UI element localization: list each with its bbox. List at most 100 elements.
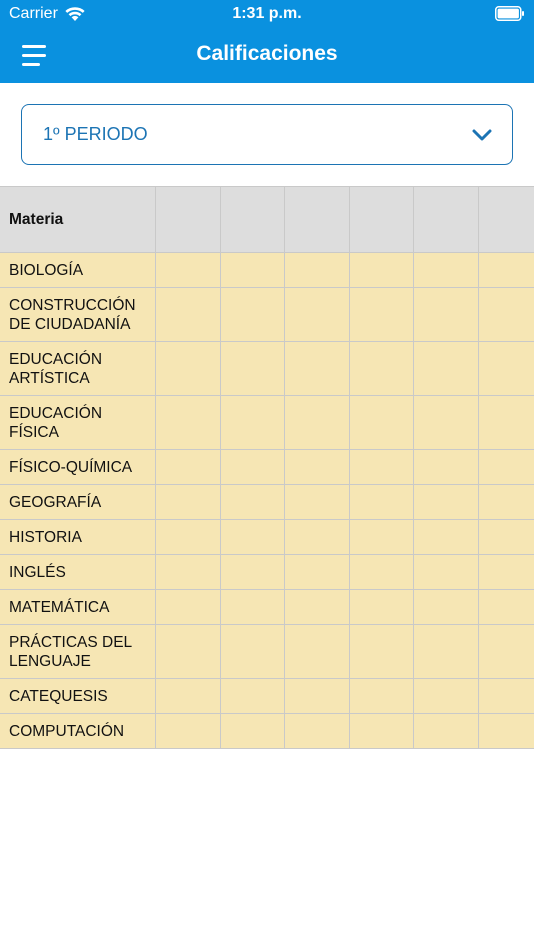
grade-cell: [221, 450, 285, 484]
navigation-bar: Calificaciones: [0, 28, 534, 83]
grade-cell: [414, 555, 479, 589]
grade-cell: [479, 555, 534, 589]
column-header-subject: Materia: [0, 187, 156, 252]
grade-cell: [414, 485, 479, 519]
grade-cell: [156, 253, 221, 287]
table-row: EDUCACIÓN FÍSICA: [0, 396, 534, 450]
subject-cell: INGLÉS: [0, 555, 156, 589]
grade-cell: [221, 485, 285, 519]
grade-cell: [479, 679, 534, 713]
grade-cell: [285, 520, 350, 554]
grade-cell: [350, 555, 414, 589]
clock: 1:31 p.m.: [232, 5, 302, 22]
table-row: MATEMÁTICA: [0, 590, 534, 625]
table-row: HISTORIA: [0, 520, 534, 555]
table-row: CATEQUESIS: [0, 679, 534, 714]
grade-cell: [285, 396, 350, 449]
table-row: BIOLOGÍA: [0, 253, 534, 288]
grade-cell: [350, 288, 414, 341]
table-row: PRÁCTICAS DEL LENGUAJE: [0, 625, 534, 679]
table-row: EDUCACIÓN ARTÍSTICA: [0, 342, 534, 396]
grade-cell: [350, 714, 414, 748]
subject-cell: MATEMÁTICA: [0, 590, 156, 624]
status-bar: Carrier 1:31 p.m.: [0, 0, 534, 28]
grade-cell: [414, 625, 479, 678]
grade-cell: [350, 679, 414, 713]
subject-cell: EDUCACIÓN FÍSICA: [0, 396, 156, 449]
grade-cell: [414, 520, 479, 554]
column-header-grade: [414, 187, 479, 252]
grade-cell: [479, 520, 534, 554]
grade-cell: [350, 590, 414, 624]
grade-cell: [479, 714, 534, 748]
grades-table: Materia BIOLOGÍA CONSTRUCCIÓN DE CIUDADA…: [0, 186, 534, 749]
grade-cell: [156, 396, 221, 449]
subject-cell: CATEQUESIS: [0, 679, 156, 713]
grade-cell: [221, 679, 285, 713]
grade-cell: [350, 520, 414, 554]
grade-cell: [479, 485, 534, 519]
grade-cell: [479, 625, 534, 678]
grade-cell: [285, 714, 350, 748]
period-dropdown[interactable]: 1º PERIODO: [21, 104, 513, 165]
page-title: Calificaciones: [196, 42, 338, 65]
grade-cell: [285, 450, 350, 484]
subject-cell: EDUCACIÓN ARTÍSTICA: [0, 342, 156, 395]
period-selected-value: 1º PERIODO: [43, 124, 148, 144]
column-header-grade: [156, 187, 221, 252]
grade-cell: [221, 520, 285, 554]
subject-cell: GEOGRAFÍA: [0, 485, 156, 519]
grade-cell: [285, 679, 350, 713]
grade-cell: [414, 342, 479, 395]
subject-cell: COMPUTACIÓN: [0, 714, 156, 748]
grade-cell: [285, 253, 350, 287]
grade-cell: [350, 253, 414, 287]
subject-cell: CONSTRUCCIÓN DE CIUDADANÍA: [0, 288, 156, 341]
grade-cell: [285, 342, 350, 395]
table-header-row: Materia: [0, 187, 534, 253]
grade-cell: [350, 396, 414, 449]
battery-icon: [495, 6, 524, 21]
grade-cell: [221, 253, 285, 287]
grade-cell: [350, 450, 414, 484]
grade-cell: [221, 288, 285, 341]
grade-cell: [350, 625, 414, 678]
grade-cell: [414, 679, 479, 713]
grade-cell: [479, 450, 534, 484]
grade-cell: [156, 590, 221, 624]
grade-cell: [479, 288, 534, 341]
table-row: FÍSICO-QUÍMICA: [0, 450, 534, 485]
grade-cell: [221, 714, 285, 748]
grade-cell: [285, 288, 350, 341]
grade-cell: [156, 342, 221, 395]
column-header-grade: [479, 187, 534, 252]
grade-cell: [221, 396, 285, 449]
chevron-down-icon: [472, 129, 492, 141]
subject-cell: BIOLOGÍA: [0, 253, 156, 287]
table-row: GEOGRAFÍA: [0, 485, 534, 520]
grade-cell: [479, 590, 534, 624]
grade-cell: [350, 342, 414, 395]
column-header-grade: [285, 187, 350, 252]
grade-cell: [156, 520, 221, 554]
grade-cell: [479, 342, 534, 395]
grade-cell: [156, 485, 221, 519]
grade-cell: [156, 679, 221, 713]
grade-cell: [156, 625, 221, 678]
grade-cell: [156, 555, 221, 589]
grade-cell: [285, 555, 350, 589]
subject-cell: HISTORIA: [0, 520, 156, 554]
grade-cell: [285, 625, 350, 678]
grade-cell: [479, 396, 534, 449]
grade-cell: [414, 288, 479, 341]
grade-cell: [414, 590, 479, 624]
grade-cell: [221, 342, 285, 395]
grade-cell: [221, 555, 285, 589]
grade-cell: [156, 450, 221, 484]
grade-cell: [221, 590, 285, 624]
grade-cell: [414, 714, 479, 748]
grade-cell: [414, 396, 479, 449]
column-header-grade: [221, 187, 285, 252]
grade-cell: [156, 714, 221, 748]
grade-cell: [414, 253, 479, 287]
